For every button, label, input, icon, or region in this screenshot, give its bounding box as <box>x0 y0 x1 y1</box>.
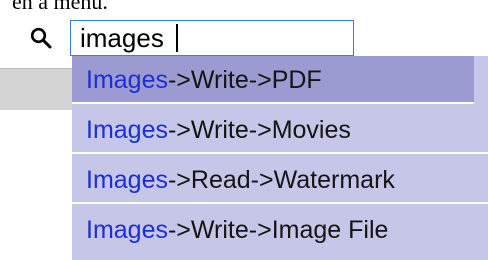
menu-item-match: Images <box>86 166 168 194</box>
search-input[interactable] <box>70 20 354 56</box>
search-icon <box>30 27 52 49</box>
text-caret <box>176 24 178 52</box>
menu-item[interactable]: Images->Read->Watermark <box>72 156 488 204</box>
menu-item[interactable]: Images->Write->Movies <box>72 106 488 154</box>
menu-item-path: ->Read->Watermark <box>167 166 395 194</box>
menu-item-path: ->Write->Movies <box>167 116 351 144</box>
menu-item-path: ->Write->PDF <box>167 66 322 94</box>
menu-item[interactable]: Images->Write->PDF <box>72 56 474 104</box>
menu-separator <box>72 202 488 204</box>
autocomplete-menu: Images->Write->PDF Images->Write->Movies… <box>72 56 488 260</box>
menu-separator <box>72 102 474 104</box>
menu-item-match: Images <box>86 116 168 144</box>
menu-separator <box>72 152 488 154</box>
menu-item-match: Images <box>86 216 168 244</box>
menu-item-match: Images <box>86 66 168 94</box>
menu-item[interactable]: Images->Write->Image File <box>72 206 488 254</box>
menu-item-path: ->Write->Image File <box>167 216 389 244</box>
